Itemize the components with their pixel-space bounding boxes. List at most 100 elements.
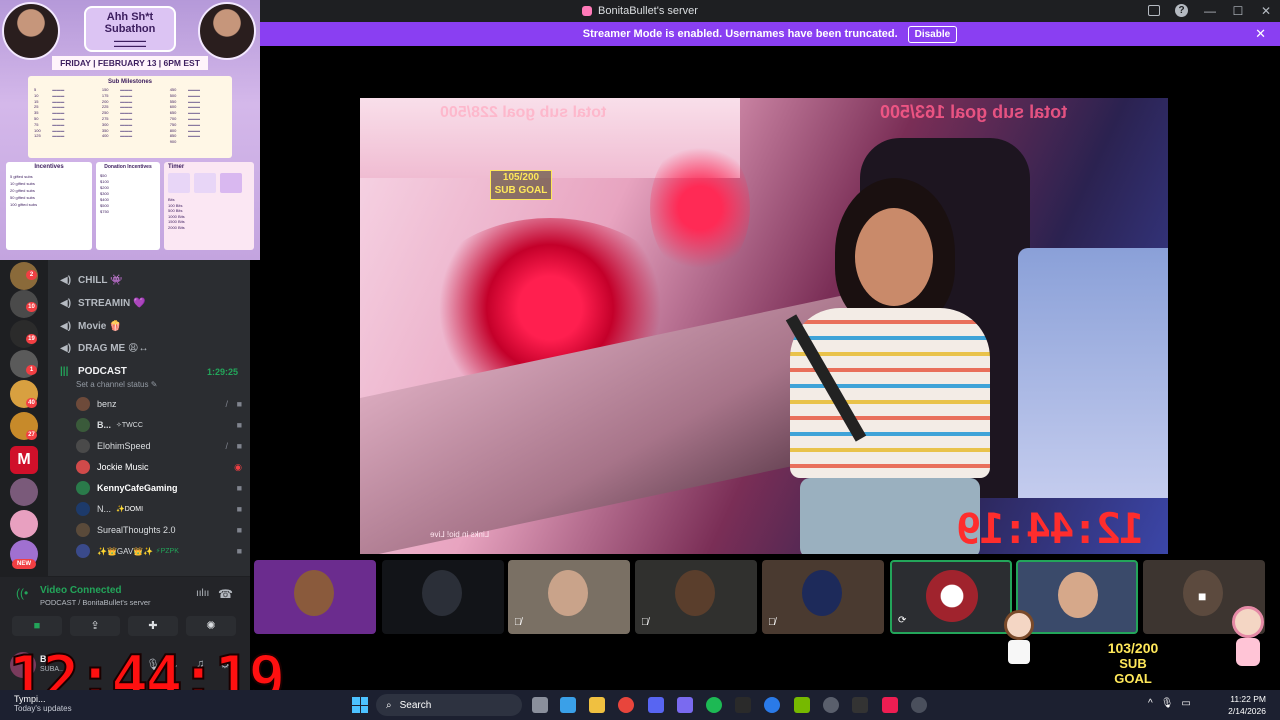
unread-badge: 2 [26, 270, 37, 280]
subathon-title-1: Ahh Sh*t [106, 11, 154, 23]
speaker-icon: ◀) [60, 321, 72, 332]
nvidia-icon[interactable] [794, 697, 810, 713]
spotify-icon[interactable] [706, 697, 722, 713]
avatar [76, 523, 90, 537]
search-icon: ⌕ [386, 699, 392, 711]
maximize-button[interactable]: ☐ [1224, 4, 1252, 18]
participant-tile[interactable]: 🎙̸ [762, 560, 884, 634]
task-view-icon[interactable] [532, 697, 548, 713]
noise-suppression-icon[interactable]: ıılıı [196, 588, 209, 599]
voice-user[interactable]: KennyCafeGaming ■ [76, 478, 242, 498]
sub-goal-count: 103/200 [1107, 640, 1159, 656]
streaming-icon: ◉ [234, 461, 242, 472]
voice-status[interactable]: Video Connected [40, 585, 122, 596]
voice-channel-chill[interactable]: ◀) CHILL 👾 [60, 270, 123, 290]
participant-video [1058, 572, 1098, 618]
epic-games-icon[interactable] [735, 697, 751, 713]
voice-user[interactable]: N... ✨DOMI ■ [76, 499, 242, 519]
camera-icon: ■ [236, 546, 242, 556]
chrome-icon[interactable] [618, 697, 634, 713]
camera-icon: ■ [236, 399, 242, 409]
user-tag: ✧TWCC [116, 422, 143, 429]
streamer-photo [198, 2, 256, 60]
streamer-face [855, 208, 933, 306]
widgets-button[interactable]: Tympi... Today's updates [14, 694, 72, 713]
participant-tile[interactable]: 🎙̸ [508, 560, 630, 634]
voice-channel-streamin[interactable]: ◀) STREAMIN 💜 [60, 293, 145, 313]
call-of-duty-icon[interactable] [852, 697, 868, 713]
participant-tile-speaking[interactable]: ⟳ [890, 560, 1012, 634]
channel-status-prompt[interactable]: Set a channel status ✎ [76, 380, 157, 389]
help-icon[interactable]: ? [1175, 4, 1188, 17]
game-icon[interactable] [677, 697, 693, 713]
camera-toggle-button[interactable]: ■ [12, 616, 62, 636]
participant-tile[interactable] [254, 560, 376, 634]
windows-start-icon[interactable] [352, 697, 368, 713]
participant-video [675, 570, 715, 616]
taskbar-clock[interactable]: 11:22 PM 2/14/2026 [1228, 693, 1266, 717]
participant-avatar [926, 570, 978, 622]
activities-button[interactable]: ✚ [128, 616, 178, 636]
obs-icon[interactable] [911, 697, 927, 713]
file-explorer-icon[interactable] [589, 697, 605, 713]
muted-mic-icon: 🎙̸ [514, 617, 522, 628]
incentives-title: Incentives [34, 164, 64, 170]
voice-user[interactable]: benz / ■ [76, 394, 242, 414]
stream-video[interactable]: 105/200 SUB GOAL total sub goal 228/500 … [360, 98, 1168, 554]
inbox-icon[interactable] [1148, 5, 1160, 16]
voice-user[interactable]: SurealThoughts 2.0 ■ [76, 520, 242, 540]
signal-icon: ((• [16, 586, 29, 600]
disconnect-icon[interactable]: ☎ [218, 587, 233, 601]
voice-user[interactable]: B... ✧TWCC ■ [76, 415, 242, 435]
participant-tiles: 🎙̸ 🎙̸ 🎙̸ ⟳ ■ [254, 560, 1274, 634]
copilot-icon[interactable] [560, 697, 576, 713]
sub-milestones-panel: Sub Milestones 5 10 15 25 35 50 75 100 125 ▬▬▬ ▬▬… [28, 76, 232, 158]
screen-share-button[interactable]: ⇪ [70, 616, 120, 636]
app-icon[interactable] [823, 697, 839, 713]
voice-user[interactable]: ElohimSpeed / ■ [76, 436, 242, 456]
avatar [76, 397, 90, 411]
rose-decor-2 [650, 138, 750, 278]
server-icon[interactable] [10, 510, 38, 538]
channel-name: PODCAST [78, 365, 127, 377]
voice-user[interactable]: ✨👑GAV👑✨ ⚡PZPK ■ [76, 541, 242, 561]
voice-user[interactable]: Jockie Music ◉ [76, 457, 242, 477]
unread-badge: 10 [26, 302, 37, 312]
incentives-panel: Incentives 5 gifted subs 10 gifted subs … [6, 162, 92, 250]
minimize-button[interactable]: — [1196, 4, 1224, 18]
voice-channel-path[interactable]: PODCAST / BonitaBullet's server [40, 598, 151, 607]
system-tray-icons[interactable]: ^🎙▭ [1148, 698, 1199, 709]
participant-tile[interactable]: 🎙̸ [635, 560, 757, 634]
voice-channel-drag-me[interactable]: ◀) DRAG ME 😩↔ [60, 338, 148, 358]
server-icon [582, 6, 593, 16]
voice-channel-podcast[interactable]: ||| PODCAST [60, 361, 127, 381]
streamer-shorts [800, 478, 980, 554]
disable-streamer-mode-button[interactable]: Disable [907, 25, 958, 43]
camera-icon: ■ [236, 420, 242, 430]
channel-name: STREAMIN [78, 297, 131, 309]
user-tag: ✨DOMI [116, 506, 144, 513]
soundboard-button[interactable]: ✺ [186, 616, 236, 636]
taskbar-search[interactable]: ⌕ Search [376, 694, 522, 716]
window-controls: — ☐ ✕ [1196, 0, 1280, 22]
participant-tile[interactable] [382, 560, 504, 634]
windows-taskbar: Tympi... Today's updates ⌕ Search ^🎙▭ 11… [0, 690, 1280, 720]
subathon-title-box: Ahh Sh*t Subathon ▬▬▬▬▬▬▬▬ ▬▬▬▬▬▬▬▬ [84, 6, 176, 52]
edge-icon[interactable] [764, 697, 780, 713]
close-window-button[interactable]: ✕ [1252, 4, 1280, 18]
widget-subtitle: Today's updates [14, 704, 72, 713]
channel-emoji: 😩↔ [128, 342, 149, 354]
channel-emoji: 💜 [133, 297, 146, 309]
sub-goal-overlay: 103/200 SUB GOAL [1100, 640, 1166, 687]
discord-taskbar-icon[interactable] [648, 697, 664, 713]
avatar [76, 418, 90, 432]
server-icon[interactable]: M [10, 446, 38, 474]
voice-channel-movie[interactable]: ◀) Movie 🍿 [60, 316, 122, 336]
participant-video [422, 570, 462, 616]
close-banner-icon[interactable]: ✕ [1255, 26, 1266, 42]
server-icon[interactable] [10, 478, 38, 506]
avatar [76, 439, 90, 453]
tiktok-icon[interactable] [882, 697, 898, 713]
avatar [76, 460, 90, 474]
camera-icon: ■ [1198, 588, 1207, 604]
